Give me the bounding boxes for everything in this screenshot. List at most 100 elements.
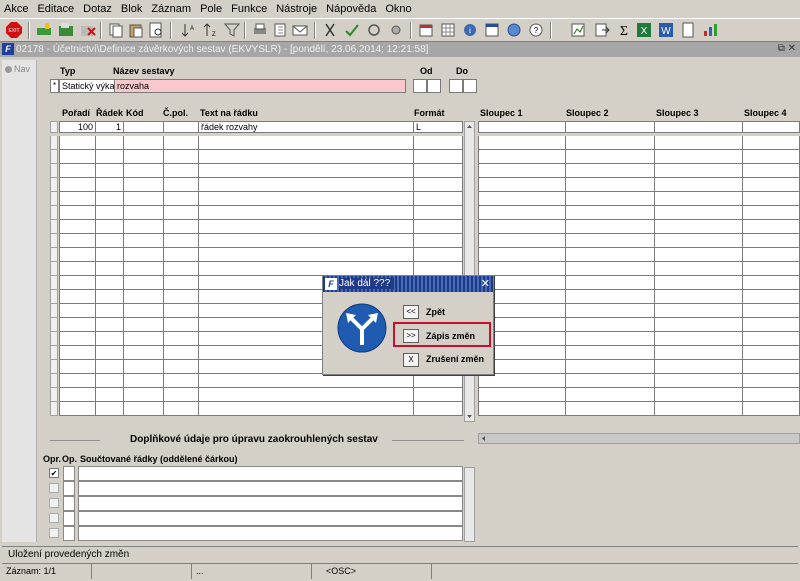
checkbox-opr[interactable]: ✔	[49, 468, 59, 478]
grid-cell[interactable]	[565, 220, 655, 234]
grid-cell[interactable]	[198, 388, 414, 402]
grid-cell[interactable]	[59, 374, 96, 388]
grid-cell[interactable]	[95, 332, 124, 346]
grid-cell[interactable]	[163, 234, 199, 248]
cell-sloupec-3[interactable]	[654, 121, 743, 133]
grid-cell[interactable]	[59, 402, 96, 416]
grid-cell[interactable]	[413, 164, 463, 178]
row-marker[interactable]	[50, 402, 58, 416]
grid-cell[interactable]	[59, 304, 96, 318]
sort-asc-icon[interactable]: A	[180, 22, 196, 38]
grid-cell[interactable]	[654, 234, 743, 248]
grid-cell[interactable]	[565, 178, 655, 192]
grid-cell[interactable]	[59, 206, 96, 220]
grid-cell[interactable]	[59, 178, 96, 192]
grid-cell[interactable]	[123, 346, 164, 360]
checkbox-opr[interactable]	[49, 498, 59, 508]
grid-horizontal-scrollbar[interactable]	[478, 433, 800, 444]
grid-cell[interactable]	[565, 388, 655, 402]
grid-cell[interactable]	[565, 374, 655, 388]
nav-label[interactable]: Nav	[14, 64, 30, 74]
grid-cell[interactable]	[59, 346, 96, 360]
grid-cell[interactable]	[123, 136, 164, 150]
grid-cell[interactable]	[478, 220, 566, 234]
grid-cell[interactable]	[742, 374, 800, 388]
grid-cell[interactable]	[59, 318, 96, 332]
grid-cell[interactable]	[654, 332, 743, 346]
grid-cell[interactable]	[95, 178, 124, 192]
grid-cell[interactable]	[95, 346, 124, 360]
grid-cell[interactable]	[123, 220, 164, 234]
grid-cell[interactable]	[654, 136, 743, 150]
grid-cell[interactable]	[123, 192, 164, 206]
grid-cell[interactable]	[198, 220, 414, 234]
grid-cell[interactable]	[742, 164, 800, 178]
grid-cell[interactable]	[654, 402, 743, 416]
grid-cell[interactable]	[565, 304, 655, 318]
menu-zaznam[interactable]: Záznam	[151, 3, 191, 15]
grid-cell[interactable]	[478, 262, 566, 276]
typ-field[interactable]: Statický výka	[59, 79, 115, 93]
grid-cell[interactable]	[565, 262, 655, 276]
grid-cell[interactable]	[95, 150, 124, 164]
grid-cell[interactable]	[742, 360, 800, 374]
grid-cell[interactable]	[198, 402, 414, 416]
cell-sloupec-1[interactable]	[478, 121, 566, 133]
grid-cell[interactable]	[59, 220, 96, 234]
back-label[interactable]: Zpět	[426, 307, 445, 317]
op-field[interactable]	[63, 481, 75, 496]
grid-cell[interactable]	[478, 234, 566, 248]
grid-cell[interactable]	[565, 192, 655, 206]
grid-cell[interactable]	[123, 234, 164, 248]
grid-cell[interactable]	[413, 402, 463, 416]
grid-cell[interactable]	[123, 276, 164, 290]
grid-cell[interactable]	[565, 248, 655, 262]
grid-cell[interactable]	[163, 290, 199, 304]
op-field[interactable]	[63, 526, 75, 541]
filter-icon[interactable]	[223, 22, 241, 38]
grid-cell[interactable]	[742, 192, 800, 206]
row-marker[interactable]	[50, 150, 58, 164]
grid-cell[interactable]	[742, 206, 800, 220]
grid-cell[interactable]	[742, 248, 800, 262]
grid-cell[interactable]	[654, 318, 743, 332]
grid-cell[interactable]	[742, 178, 800, 192]
grid-cell[interactable]	[163, 220, 199, 234]
grid-cell[interactable]	[163, 332, 199, 346]
grid-cell[interactable]	[95, 276, 124, 290]
grid-cell[interactable]	[478, 178, 566, 192]
row-marker[interactable]	[50, 318, 58, 332]
extra-vertical-scrollbar[interactable]	[464, 467, 475, 542]
row-marker[interactable]	[50, 374, 58, 388]
exit-icon[interactable]: EXIT	[6, 22, 22, 38]
row-marker[interactable]	[50, 304, 58, 318]
grid-cell[interactable]	[478, 206, 566, 220]
grid-cell[interactable]	[198, 192, 414, 206]
grid-cell[interactable]	[59, 360, 96, 374]
grid-cell[interactable]	[59, 290, 96, 304]
grid-cell[interactable]	[59, 262, 96, 276]
back-button[interactable]: <<	[403, 305, 419, 319]
grid-cell[interactable]	[95, 318, 124, 332]
grid-cell[interactable]	[478, 150, 566, 164]
grid-cell[interactable]	[565, 318, 655, 332]
calendar-icon[interactable]	[418, 22, 434, 38]
grid-cell[interactable]	[654, 248, 743, 262]
grid-cell[interactable]	[654, 150, 743, 164]
grid-cell[interactable]	[413, 220, 463, 234]
op-field[interactable]	[63, 496, 75, 511]
grid-cell[interactable]	[95, 220, 124, 234]
grid-cell[interactable]	[95, 388, 124, 402]
summed-rows-field[interactable]	[78, 526, 463, 541]
grid-cell[interactable]	[123, 178, 164, 192]
row-marker[interactable]	[50, 248, 58, 262]
grid-cell[interactable]	[163, 262, 199, 276]
grid-cell[interactable]	[123, 402, 164, 416]
grid-cell[interactable]	[198, 262, 414, 276]
grid-cell[interactable]	[742, 276, 800, 290]
grid-cell[interactable]	[163, 276, 199, 290]
cancel-changes-button[interactable]: X	[403, 353, 419, 367]
op-field[interactable]	[63, 511, 75, 526]
grid-cell[interactable]	[654, 178, 743, 192]
grid-cell[interactable]	[95, 192, 124, 206]
